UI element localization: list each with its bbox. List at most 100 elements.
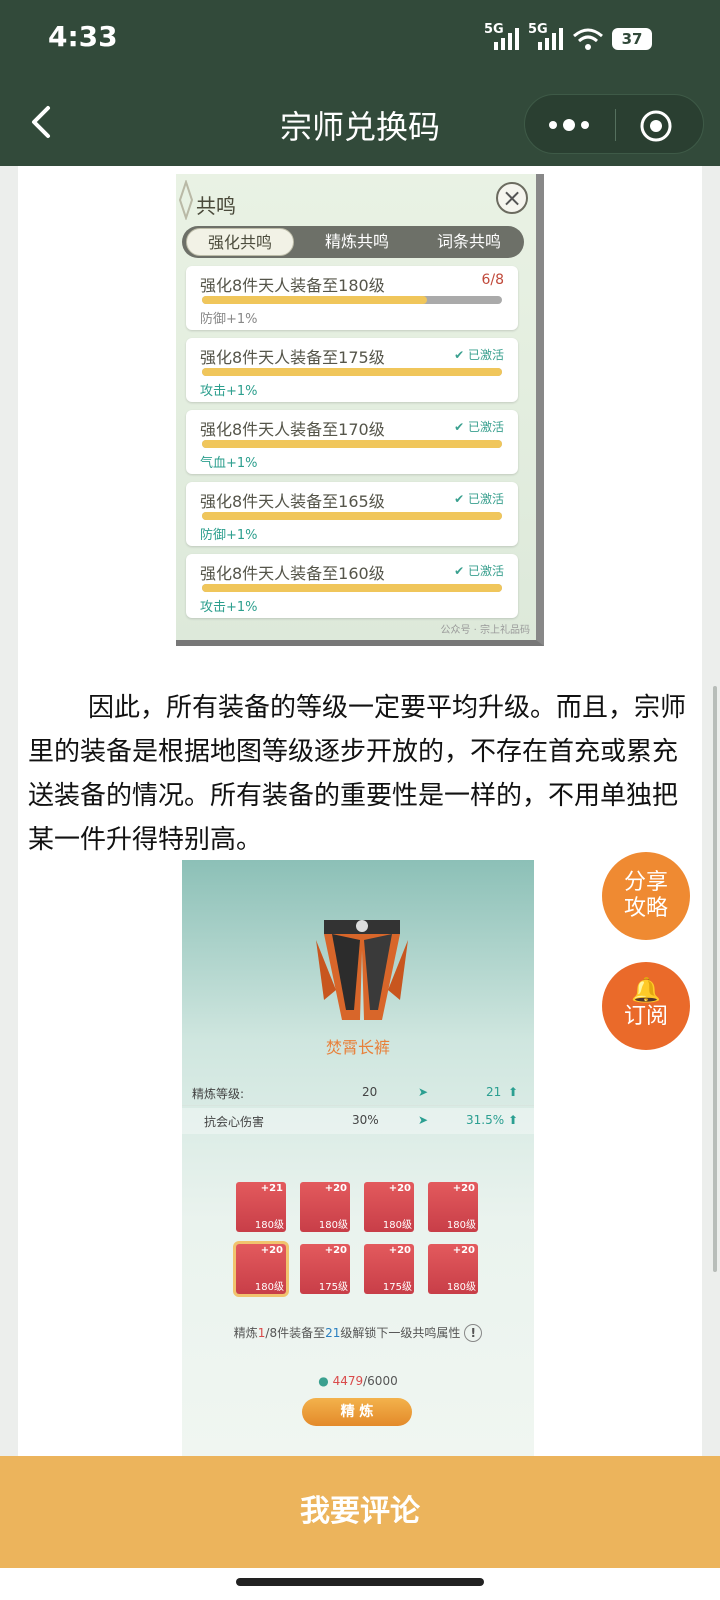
share-guide-button[interactable]: 分享 攻略 — [602, 852, 690, 940]
capsule-divider — [615, 109, 616, 141]
check-circle-icon: ✔ — [454, 492, 465, 506]
resonance-row: 强化8件天人装备至165级 ✔ 已激活 防御+1% — [186, 482, 518, 546]
signal-bars-icon — [494, 28, 519, 50]
check-circle-icon: ✔ — [454, 420, 465, 434]
status-activated: 已激活 — [467, 348, 504, 362]
row-effect: 攻击+1% — [200, 384, 258, 399]
progress-bar — [202, 296, 502, 304]
resource-have: 4479 — [332, 1374, 364, 1388]
share-guide-label-1: 分享 — [623, 870, 668, 895]
progress-fill — [202, 584, 502, 592]
equipment-slot: +20 175级 — [300, 1244, 350, 1294]
progress-bar — [202, 584, 502, 592]
panel-ornament-icon — [178, 180, 194, 220]
row-effect: 气血+1% — [200, 456, 258, 471]
resource-count: ● 4479/6000 — [182, 1374, 534, 1388]
equipment-slot-selected: +20 180级 — [236, 1244, 286, 1294]
signal-bars-icon-2 — [538, 28, 563, 50]
row-title: 强化8件天人装备至165级 — [200, 492, 385, 511]
status-time: 4:33 — [48, 20, 118, 53]
more-icon[interactable] — [547, 117, 591, 133]
equipment-slot: +20 180级 — [300, 1182, 350, 1232]
arrow-up-icon: ⬆ — [508, 1085, 519, 1099]
stat-label: 抗会心伤害 — [204, 1115, 265, 1129]
arrow-right-icon: ➤ — [418, 1085, 429, 1099]
slot-level: 180级 — [318, 1220, 348, 1231]
status-activated: 已激活 — [467, 564, 504, 578]
stat-from: 20 — [362, 1085, 378, 1099]
status-activated: 已激活 — [467, 420, 504, 434]
article-content[interactable]: 共鸣 × 强化共鸣 精炼共鸣 词条共鸣 强化8件天人装备至180级 6/8 防御… — [18, 166, 702, 1456]
bell-icon: 🔔 — [631, 976, 661, 1004]
slot-plus: +21 — [260, 1183, 283, 1194]
page-margin-right — [702, 166, 720, 1456]
comment-button[interactable]: 我要评论 — [0, 1456, 720, 1568]
unlock-total: /8 — [265, 1326, 278, 1340]
resonance-row: 强化8件天人装备至160级 ✔ 已激活 攻击+1% — [186, 554, 518, 618]
progress-fill — [202, 368, 502, 376]
share-guide-label-2: 攻略 — [623, 896, 668, 921]
progress-fill — [202, 440, 502, 448]
nav-bar: 宗师兑换码 — [0, 80, 720, 166]
subscribe-button[interactable]: 🔔 订阅 — [602, 962, 690, 1050]
row-status: ✔ 已激活 — [454, 418, 504, 435]
equipment-slot: +20 180级 — [428, 1244, 478, 1294]
unlock-text-pre: 精炼 — [233, 1326, 258, 1340]
stat-row-refine-level: 精炼等级: 20 ➤ 21 ⬆ — [182, 1080, 534, 1106]
slot-plus: +20 — [324, 1183, 347, 1194]
row-progress-count: 6/8 — [481, 272, 504, 288]
row-title: 强化8件天人装备至170级 — [200, 420, 385, 439]
status-bar: 4:33 5G 5G 37 — [0, 0, 720, 80]
article-paragraph: 因此，所有装备的等级一定要平均升级。而且，宗师里的装备是根据地图等级逐步开放的，… — [28, 693, 687, 855]
close-icon: × — [496, 182, 528, 214]
check-circle-icon: ✔ — [454, 348, 465, 362]
unlock-text-post: 级解锁下一级共鸣属性 — [340, 1326, 461, 1340]
slot-plus: +20 — [260, 1245, 283, 1256]
resource-need: /6000 — [363, 1374, 398, 1388]
resonance-row: 强化8件天人装备至175级 ✔ 已激活 攻击+1% — [186, 338, 518, 402]
tab-affix-resonance: 词条共鸣 — [436, 232, 501, 251]
slot-plus: +20 — [388, 1245, 411, 1256]
slot-level: 180级 — [254, 1282, 284, 1293]
check-circle-icon: ✔ — [454, 564, 465, 578]
row-status: ✔ 已激活 — [454, 490, 504, 507]
unlock-hint: 精炼1/8件装备至21级解锁下一级共鸣属性 ! — [182, 1324, 534, 1342]
slot-level: 180级 — [254, 1220, 284, 1231]
row-title: 强化8件天人装备至160级 — [200, 564, 385, 583]
item-name: 焚霄长裤 — [325, 1038, 390, 1057]
slot-plus: +20 — [388, 1183, 411, 1194]
row-effect: 防御+1% — [200, 312, 258, 327]
slot-level: 175级 — [382, 1282, 412, 1293]
row-title: 强化8件天人装备至180级 — [200, 276, 385, 295]
equipment-slot: +20 175级 — [364, 1244, 414, 1294]
equipment-slot: +20 180级 — [364, 1182, 414, 1232]
stat-to: 21 — [486, 1085, 502, 1099]
jade-resource-icon: ● — [318, 1374, 329, 1388]
equipment-pants-icon — [316, 920, 408, 1020]
refine-screenshot: 焚霄长裤 精炼等级: 20 ➤ 21 ⬆ 抗会心伤害 30% ➤ 31.5% ⬆… — [182, 860, 534, 1456]
home-indicator[interactable] — [236, 1578, 484, 1586]
progress-fill — [202, 296, 427, 304]
info-icon: ! — [464, 1324, 483, 1342]
battery-icon: 37 — [612, 28, 652, 50]
scrollbar[interactable] — [713, 686, 717, 1272]
slot-level: 180级 — [446, 1282, 476, 1293]
tab-enhance-resonance: 强化共鸣 — [186, 228, 294, 256]
resonance-screenshot: 共鸣 × 强化共鸣 精炼共鸣 词条共鸣 强化8件天人装备至180级 6/8 防御… — [176, 174, 544, 646]
close-miniprogram-icon[interactable] — [639, 109, 673, 143]
progress-bar — [202, 440, 502, 448]
slot-level: 175级 — [318, 1282, 348, 1293]
refine-button: 精 炼 — [302, 1398, 412, 1426]
unlock-text-mid: 件装备至 — [277, 1326, 326, 1340]
equipment-slot: +20 180级 — [428, 1182, 478, 1232]
progress-bar — [202, 512, 502, 520]
resonance-tabs: 强化共鸣 精炼共鸣 词条共鸣 — [182, 226, 524, 258]
row-effect: 攻击+1% — [200, 600, 258, 615]
slot-plus: +20 — [452, 1245, 475, 1256]
slot-level: 180级 — [382, 1220, 412, 1231]
row-title: 强化8件天人装备至175级 — [200, 348, 385, 367]
row-effect: 防御+1% — [200, 528, 258, 543]
stat-from: 30% — [352, 1113, 379, 1127]
wifi-icon — [573, 28, 603, 50]
row-status: ✔ 已激活 — [454, 562, 504, 579]
